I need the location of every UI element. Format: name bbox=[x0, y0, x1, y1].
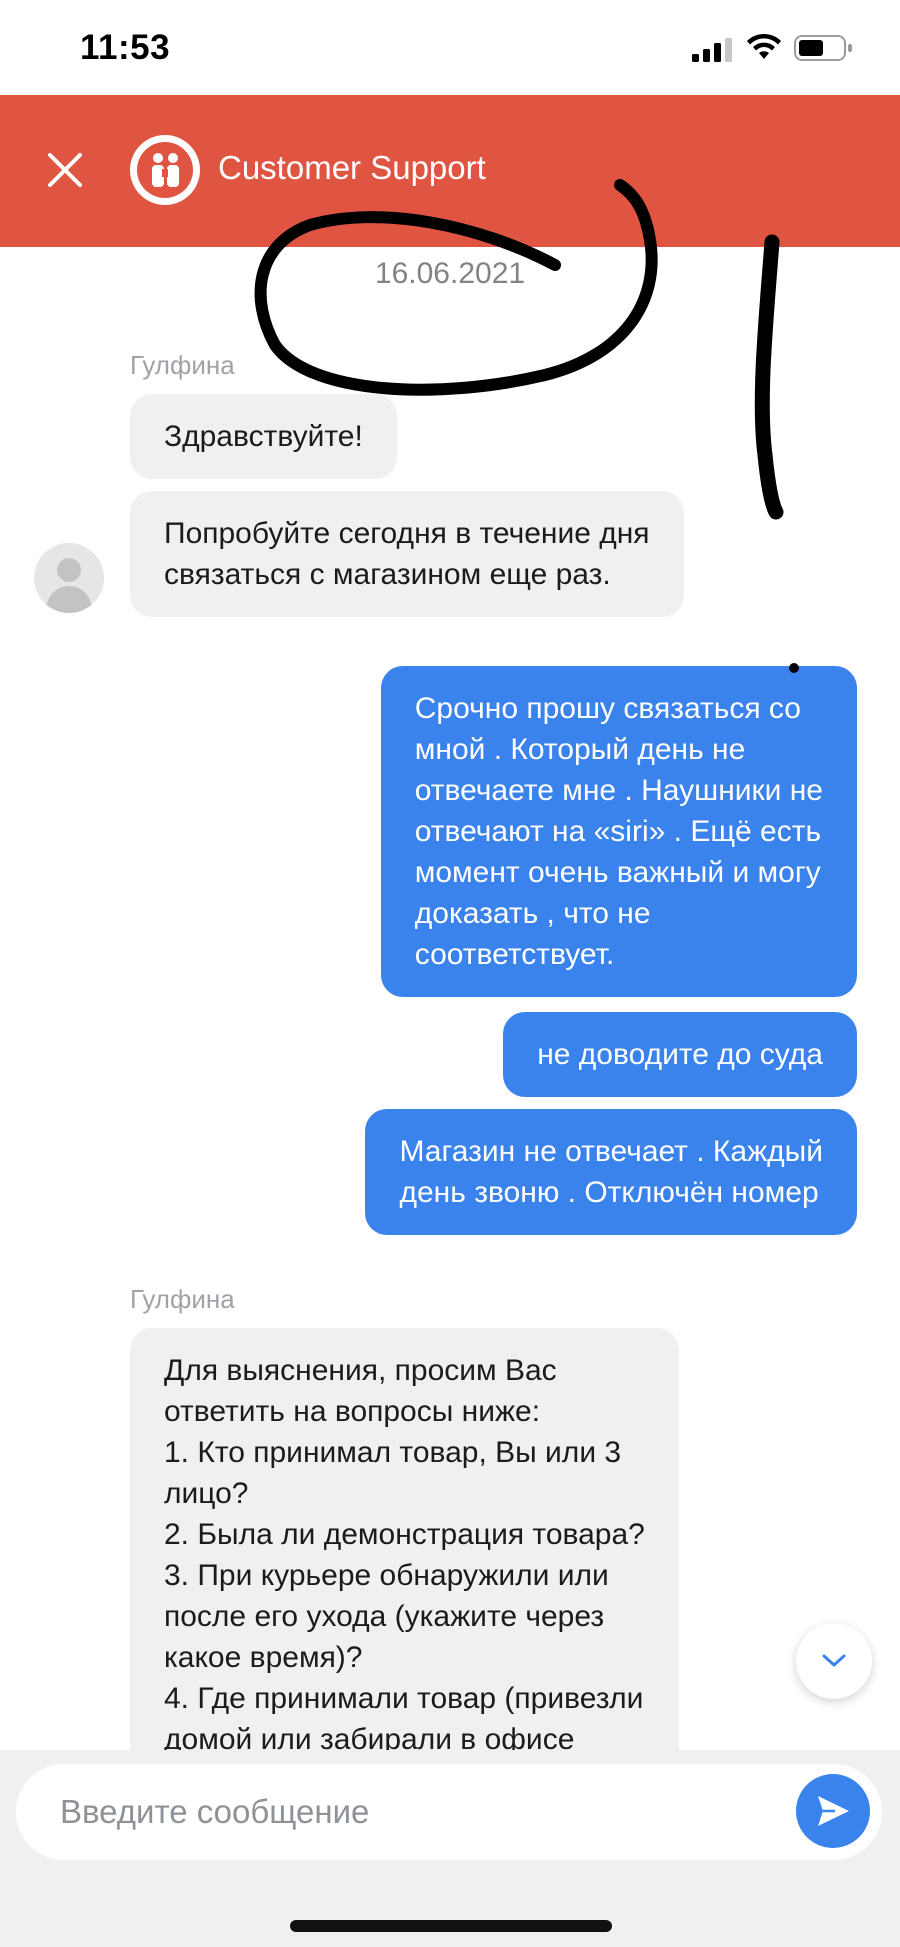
send-icon bbox=[818, 1796, 849, 1826]
incoming-message: Для выяснения, просим Вас ответить на во… bbox=[130, 1328, 679, 1750]
battery-icon bbox=[794, 35, 852, 61]
sender-name: Гулфина bbox=[130, 350, 235, 380]
composer-bar bbox=[0, 1750, 900, 1947]
screen: 11:53 Customer Support 16.06.2021 Гулфин… bbox=[0, 0, 900, 1947]
send-button[interactable] bbox=[796, 1774, 870, 1848]
incoming-message: Здравствуйте! bbox=[130, 394, 397, 479]
agent-avatar bbox=[34, 543, 104, 613]
cellular-signal-icon bbox=[692, 38, 732, 62]
incoming-message: Попробуйте сегодня в течение дня связать… bbox=[130, 491, 684, 617]
sender-name: Гулфина bbox=[130, 1284, 235, 1314]
wifi-icon bbox=[747, 33, 781, 59]
user-silhouette-icon bbox=[45, 558, 93, 613]
outgoing-message: Срочно прошу связаться со мной . Который… bbox=[380, 666, 857, 997]
scroll-to-bottom-button[interactable] bbox=[796, 1623, 872, 1699]
chat-thread[interactable]: 16.06.2021 Гулфина Здравствуйте! Попробу… bbox=[0, 247, 900, 1750]
close-icon[interactable] bbox=[40, 145, 90, 195]
status-time: 11:53 bbox=[80, 28, 171, 67]
chevron-down-icon bbox=[822, 1654, 846, 1667]
home-indicator bbox=[290, 1920, 612, 1932]
status-bar: 11:53 bbox=[0, 0, 900, 95]
date-separator: 16.06.2021 bbox=[374, 257, 526, 290]
outgoing-message: не доводите до суда bbox=[503, 1012, 857, 1097]
app-header: Customer Support bbox=[0, 95, 900, 247]
outgoing-message: Магазин не отвечает . Каждый день звоню … bbox=[365, 1109, 857, 1235]
header-title: Customer Support bbox=[218, 149, 486, 186]
message-input[interactable] bbox=[16, 1764, 882, 1860]
support-logo-icon bbox=[130, 135, 200, 205]
